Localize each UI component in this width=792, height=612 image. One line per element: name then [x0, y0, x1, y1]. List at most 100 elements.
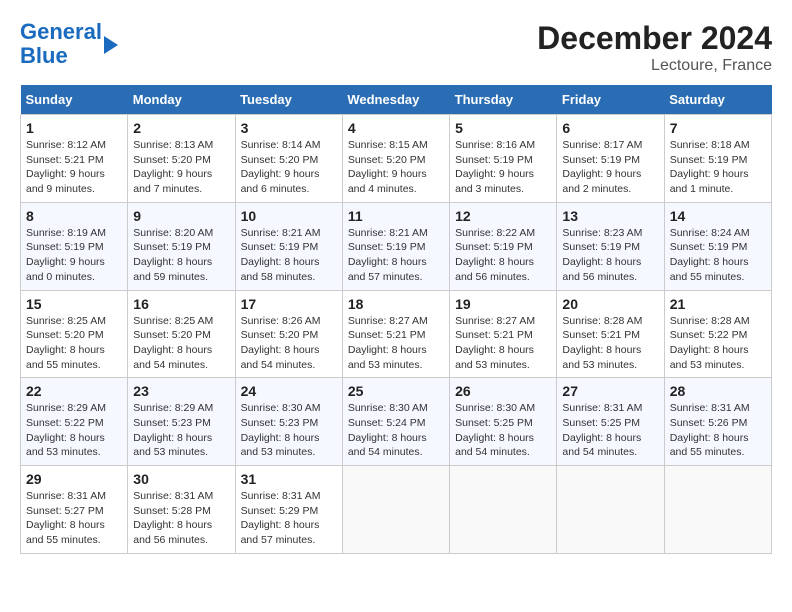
day-cell: 16 Sunrise: 8:25 AMSunset: 5:20 PMDayligh… — [128, 290, 235, 378]
logo-line2: Blue — [20, 43, 68, 68]
day-cell: 29 Sunrise: 8:31 AMSunset: 5:27 PMDayligh… — [21, 466, 128, 554]
day-cell: 24Sunrise: 8:30 AMSunset: 5:23 PMDayligh… — [235, 378, 342, 466]
day-cell: 20 Sunrise: 8:28 AMSunset: 5:21 PMDayligh… — [557, 290, 664, 378]
day-info: Sunrise: 8:16 AMSunset: 5:19 PMDaylight:… — [455, 138, 551, 197]
day-number: 16 — [133, 296, 229, 312]
day-number: 7 — [670, 120, 766, 136]
day-cell: 4Sunrise: 8:15 AMSunset: 5:20 PMDaylight… — [342, 115, 449, 203]
day-number: 5 — [455, 120, 551, 136]
calendar-table: SundayMondayTuesdayWednesdayThursdayFrid… — [20, 85, 772, 554]
week-row-3: 15 Sunrise: 8:25 AMSunset: 5:20 PMDayligh… — [21, 290, 772, 378]
day-info: Sunrise: 8:26 AMSunset: 5:20 PMDaylight:… — [241, 314, 337, 373]
day-cell — [450, 466, 557, 554]
day-cell: 30 Sunrise: 8:31 AMSunset: 5:28 PMDayligh… — [128, 466, 235, 554]
day-number: 27 — [562, 383, 658, 399]
day-cell: 2 Sunrise: 8:13 AMSunset: 5:20 PMDaylight… — [128, 115, 235, 203]
logo-icon — [104, 36, 118, 54]
logo-line1: General — [20, 19, 102, 44]
day-info: Sunrise: 8:21 AMSunset: 5:19 PMDaylight:… — [241, 226, 337, 285]
day-info: Sunrise: 8:30 AMSunset: 5:24 PMDaylight:… — [348, 401, 444, 460]
day-number: 31 — [241, 471, 337, 487]
day-number: 21 — [670, 296, 766, 312]
day-number: 30 — [133, 471, 229, 487]
day-cell: 18Sunrise: 8:27 AMSunset: 5:21 PMDayligh… — [342, 290, 449, 378]
week-row-5: 29 Sunrise: 8:31 AMSunset: 5:27 PMDayligh… — [21, 466, 772, 554]
day-number: 25 — [348, 383, 444, 399]
day-info: Sunrise: 8:31 AMSunset: 5:29 PMDaylight:… — [241, 489, 337, 548]
day-cell: 1Sunrise: 8:12 AMSunset: 5:21 PMDaylight… — [21, 115, 128, 203]
day-number: 2 — [133, 120, 229, 136]
day-info: Sunrise: 8:31 AMSunset: 5:26 PMDaylight:… — [670, 401, 766, 460]
day-cell: 11 Sunrise: 8:21 AMSunset: 5:19 PMDayligh… — [342, 202, 449, 290]
day-info: Sunrise: 8:28 AMSunset: 5:22 PMDaylight:… — [670, 314, 766, 373]
day-info: Sunrise: 8:22 AMSunset: 5:19 PMDaylight:… — [455, 226, 551, 285]
day-number: 20 — [562, 296, 658, 312]
day-cell: 8Sunrise: 8:19 AMSunset: 5:19 PMDaylight… — [21, 202, 128, 290]
day-cell: 22 Sunrise: 8:29 AMSunset: 5:22 PMDayligh… — [21, 378, 128, 466]
day-info: Sunrise: 8:31 AMSunset: 5:25 PMDaylight:… — [562, 401, 658, 460]
day-info: Sunrise: 8:28 AMSunset: 5:21 PMDaylight:… — [562, 314, 658, 373]
day-info: Sunrise: 8:13 AMSunset: 5:20 PMDaylight:… — [133, 138, 229, 197]
day-cell: 13 Sunrise: 8:23 AMSunset: 5:19 PMDayligh… — [557, 202, 664, 290]
day-cell: 15 Sunrise: 8:25 AMSunset: 5:20 PMDayligh… — [21, 290, 128, 378]
day-number: 9 — [133, 208, 229, 224]
day-number: 12 — [455, 208, 551, 224]
day-info: Sunrise: 8:30 AMSunset: 5:25 PMDaylight:… — [455, 401, 551, 460]
day-cell: 14 Sunrise: 8:24 AMSunset: 5:19 PMDayligh… — [664, 202, 771, 290]
day-cell: 12 Sunrise: 8:22 AMSunset: 5:19 PMDayligh… — [450, 202, 557, 290]
day-info: Sunrise: 8:15 AMSunset: 5:20 PMDaylight:… — [348, 138, 444, 197]
day-number: 23 — [133, 383, 229, 399]
week-row-2: 8Sunrise: 8:19 AMSunset: 5:19 PMDaylight… — [21, 202, 772, 290]
day-number: 14 — [670, 208, 766, 224]
day-info: Sunrise: 8:31 AMSunset: 5:28 PMDaylight:… — [133, 489, 229, 548]
day-cell: 31 Sunrise: 8:31 AMSunset: 5:29 PMDayligh… — [235, 466, 342, 554]
day-info: Sunrise: 8:25 AMSunset: 5:20 PMDaylight:… — [133, 314, 229, 373]
weekday-header-wednesday: Wednesday — [342, 85, 449, 115]
day-number: 22 — [26, 383, 122, 399]
day-info: Sunrise: 8:14 AMSunset: 5:20 PMDaylight:… — [241, 138, 337, 197]
day-info: Sunrise: 8:25 AMSunset: 5:20 PMDaylight:… — [26, 314, 122, 373]
day-cell: 23 Sunrise: 8:29 AMSunset: 5:23 PMDayligh… — [128, 378, 235, 466]
day-info: Sunrise: 8:21 AMSunset: 5:19 PMDaylight:… — [348, 226, 444, 285]
day-cell — [664, 466, 771, 554]
day-info: Sunrise: 8:29 AMSunset: 5:22 PMDaylight:… — [26, 401, 122, 460]
title-block: December 2024 Lectoure, France — [537, 20, 772, 75]
day-info: Sunrise: 8:23 AMSunset: 5:19 PMDaylight:… — [562, 226, 658, 285]
weekday-header-saturday: Saturday — [664, 85, 771, 115]
day-number: 8 — [26, 208, 122, 224]
weekday-header-friday: Friday — [557, 85, 664, 115]
day-cell: 7 Sunrise: 8:18 AMSunset: 5:19 PMDaylight… — [664, 115, 771, 203]
day-info: Sunrise: 8:29 AMSunset: 5:23 PMDaylight:… — [133, 401, 229, 460]
week-row-4: 22 Sunrise: 8:29 AMSunset: 5:22 PMDayligh… — [21, 378, 772, 466]
day-cell: 27 Sunrise: 8:31 AMSunset: 5:25 PMDayligh… — [557, 378, 664, 466]
day-cell: 21 Sunrise: 8:28 AMSunset: 5:22 PMDayligh… — [664, 290, 771, 378]
calendar-subtitle: Lectoure, France — [537, 57, 772, 75]
day-cell: 10Sunrise: 8:21 AMSunset: 5:19 PMDayligh… — [235, 202, 342, 290]
day-number: 15 — [26, 296, 122, 312]
day-number: 19 — [455, 296, 551, 312]
day-number: 1 — [26, 120, 122, 136]
day-info: Sunrise: 8:24 AMSunset: 5:19 PMDaylight:… — [670, 226, 766, 285]
day-info: Sunrise: 8:27 AMSunset: 5:21 PMDaylight:… — [348, 314, 444, 373]
page-header: General Blue December 2024 Lectoure, Fra… — [20, 20, 772, 75]
day-info: Sunrise: 8:30 AMSunset: 5:23 PMDaylight:… — [241, 401, 337, 460]
weekday-header-tuesday: Tuesday — [235, 85, 342, 115]
day-number: 6 — [562, 120, 658, 136]
day-number: 11 — [348, 208, 444, 224]
day-number: 28 — [670, 383, 766, 399]
day-info: Sunrise: 8:17 AMSunset: 5:19 PMDaylight:… — [562, 138, 658, 197]
day-cell: 6 Sunrise: 8:17 AMSunset: 5:19 PMDaylight… — [557, 115, 664, 203]
day-number: 13 — [562, 208, 658, 224]
weekday-header-thursday: Thursday — [450, 85, 557, 115]
day-info: Sunrise: 8:20 AMSunset: 5:19 PMDaylight:… — [133, 226, 229, 285]
weekday-header-sunday: Sunday — [21, 85, 128, 115]
day-info: Sunrise: 8:18 AMSunset: 5:19 PMDaylight:… — [670, 138, 766, 197]
day-cell — [557, 466, 664, 554]
day-number: 29 — [26, 471, 122, 487]
day-cell: 25 Sunrise: 8:30 AMSunset: 5:24 PMDayligh… — [342, 378, 449, 466]
day-cell: 5 Sunrise: 8:16 AMSunset: 5:19 PMDaylight… — [450, 115, 557, 203]
day-cell: 19Sunrise: 8:27 AMSunset: 5:21 PMDayligh… — [450, 290, 557, 378]
day-number: 3 — [241, 120, 337, 136]
day-cell: 9 Sunrise: 8:20 AMSunset: 5:19 PMDaylight… — [128, 202, 235, 290]
day-info: Sunrise: 8:31 AMSunset: 5:27 PMDaylight:… — [26, 489, 122, 548]
